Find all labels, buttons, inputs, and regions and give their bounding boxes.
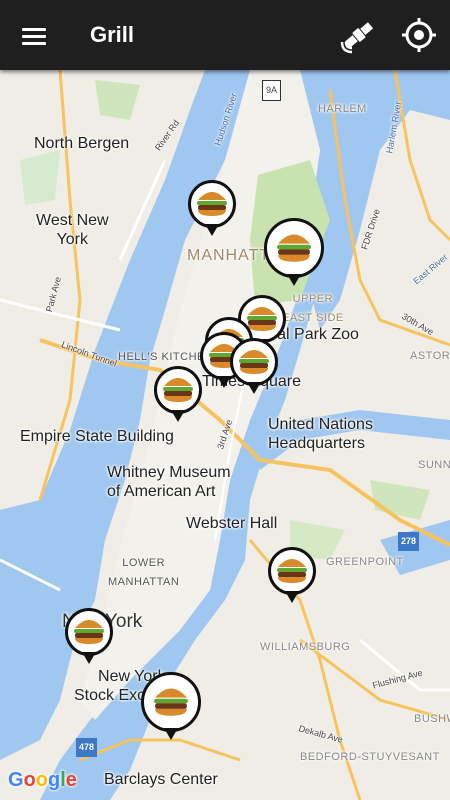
burger-pin-2[interactable] xyxy=(264,218,324,286)
burger-pin-7[interactable] xyxy=(154,366,202,426)
burger-pin-8[interactable] xyxy=(268,547,316,607)
burger-pin-9[interactable] xyxy=(65,608,113,668)
satellite-icon xyxy=(340,22,374,54)
shield-478: 478 xyxy=(76,738,98,757)
shield-9a: 9A xyxy=(262,80,282,101)
label-harlem: HARLEM xyxy=(318,103,367,115)
menu-button[interactable] xyxy=(14,18,54,54)
app-bar: Grill xyxy=(0,0,450,70)
label-lower-manhattan: LOWER MANHATTAN xyxy=(108,557,180,588)
satellite-button[interactable] xyxy=(338,14,380,56)
label-hells-kitchen: HELL'S KITCHEN xyxy=(118,351,214,363)
hamburger-food-icon xyxy=(277,234,311,262)
label-whitney: Whitney Museum of American Art xyxy=(107,464,231,500)
label-bedford: BEDFORD-STUYVESANT xyxy=(300,751,440,763)
label-greenpoint: GREENPOINT xyxy=(326,556,404,568)
hamburger-food-icon xyxy=(277,559,307,583)
google-logo: Google xyxy=(8,769,77,791)
hamburger-food-icon xyxy=(239,350,269,374)
hamburger-food-icon xyxy=(154,688,188,716)
burger-pin-10[interactable] xyxy=(141,672,201,740)
hamburger-food-icon xyxy=(163,378,193,402)
hamburger-food-icon xyxy=(197,192,227,216)
burger-pin-1[interactable] xyxy=(188,180,236,240)
label-astoria: ASTORIA xyxy=(410,350,450,362)
label-empire-state: Empire State Building xyxy=(20,428,174,445)
hamburger-food-icon xyxy=(74,620,104,644)
label-barclays: Barclays Center xyxy=(104,771,218,788)
label-bushwick: BUSHW xyxy=(414,713,450,725)
map-view[interactable]: North Bergen West New York MANHATTAN UPP… xyxy=(0,70,450,800)
label-sunnyside: SUNNY xyxy=(418,459,450,471)
app-title: Grill xyxy=(90,22,135,47)
my-location-button[interactable] xyxy=(398,14,440,56)
label-west-new-york: West New York xyxy=(36,212,109,248)
shield-278: 278 xyxy=(398,532,420,551)
label-north-bergen: North Bergen xyxy=(34,135,130,152)
label-williamsburg: WILLIAMSBURG xyxy=(260,641,351,653)
label-webster-hall: Webster Hall xyxy=(186,515,278,532)
label-united-nations: United Nations Headquarters xyxy=(268,416,373,452)
crosshair-location-icon xyxy=(402,18,436,52)
label-upper-east-side: UPPER EAST SIDE xyxy=(282,293,344,324)
burger-pin-6[interactable] xyxy=(230,338,278,398)
